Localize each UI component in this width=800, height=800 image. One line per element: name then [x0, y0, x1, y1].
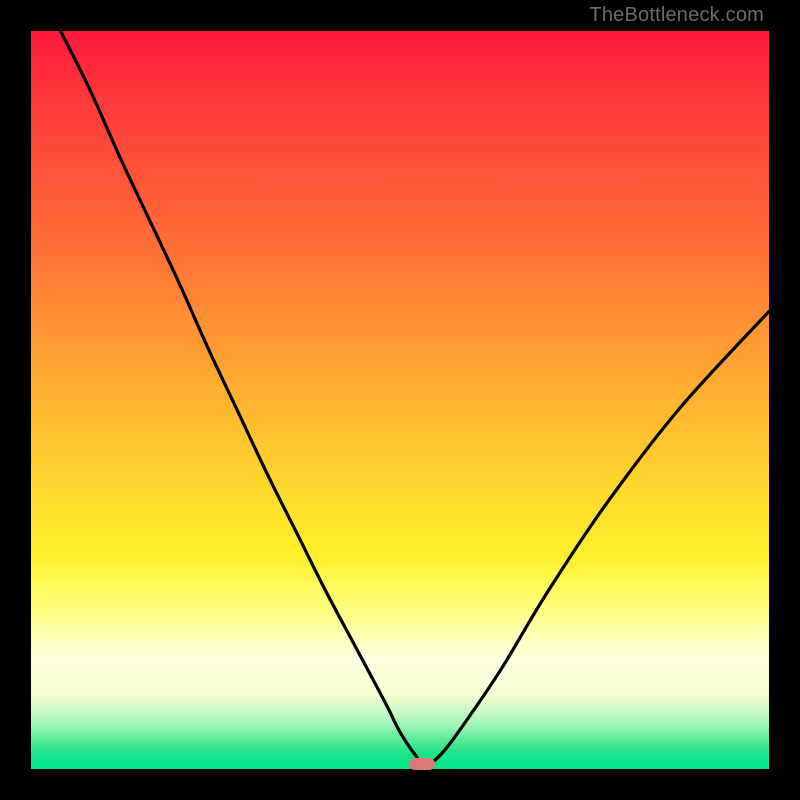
- optimal-marker: [409, 758, 435, 770]
- chart-frame: TheBottleneck.com: [0, 0, 800, 800]
- watermark-text: TheBottleneck.com: [589, 4, 764, 27]
- bottleneck-curve: [31, 31, 769, 769]
- plot-area: [31, 31, 769, 769]
